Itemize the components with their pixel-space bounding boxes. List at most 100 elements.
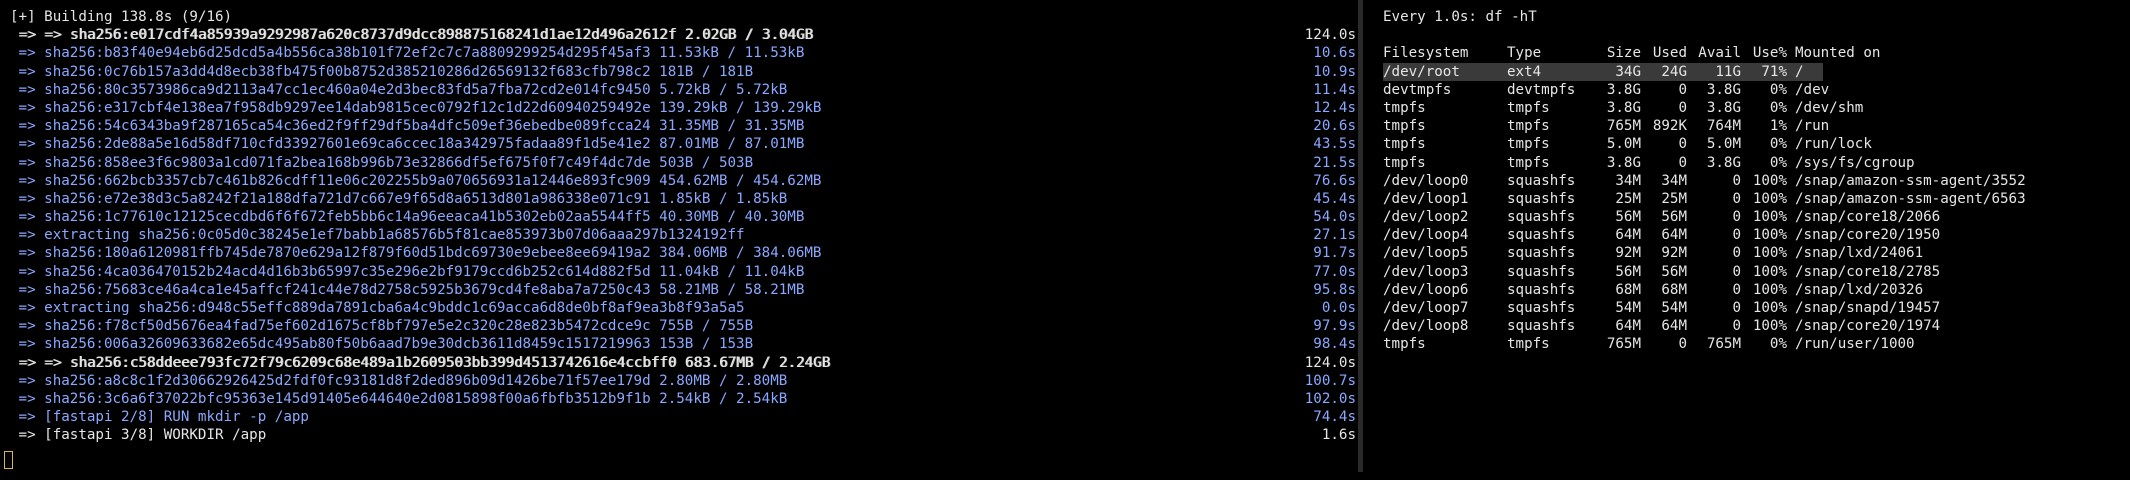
df-use-percent: 100% [1752, 172, 1787, 189]
df-filesystem: /dev/loop7 [1383, 300, 1469, 316]
build-step-text: => sha256:858ee3f6c9803a1cd071fa2bea168b… [10, 154, 754, 171]
build-step-line: => sha256:b83f40e94eb6d25dcd5a4b556ca38b… [10, 44, 1368, 62]
df-table-row: /dev/loop6 squashfs 68M 68M 0 100% /snap/lxd/2… [1383, 281, 2130, 299]
df-col-used: Used [1652, 45, 1687, 62]
df-mount-point: /dev [1795, 81, 1830, 98]
build-step-duration: 12.4s [1313, 99, 1356, 116]
build-step-line: => sha256:75683ce46a4ca1e45affcf241c44e7… [10, 281, 1368, 299]
build-step-overprint-text: => => sha256:c58ddeee793fc72f79c6209c68e… [11, 354, 831, 371]
df-table-row: tmpfs tmpfs 765M 0 765M 0% /run/user/1000 [1383, 335, 2130, 353]
df-col-size: Size [1606, 45, 1641, 62]
build-step-duration: 97.9s [1313, 318, 1356, 335]
df-size: 34M [1615, 172, 1641, 189]
df-size: 25M [1615, 190, 1641, 207]
build-step-text: => [fastapi 2/8] RUN mkdir -p /app [10, 409, 309, 426]
df-table-row: /dev/loop5 squashfs 92M 92M 0 100% /snap/lxd/2… [1383, 244, 2130, 262]
build-step-line: => => sha256:e017cdf4a85939a9292987a620c… [10, 26, 1368, 44]
build-step-text: => extracting sha256:0c05d0c38245e1ef7ba… [10, 227, 745, 244]
df-table-row: tmpfs tmpfs 765M 892K 764M 1% /run [1383, 117, 2130, 135]
df-mount-point: /snap/lxd/20326 [1795, 281, 1924, 298]
df-table-row: /dev/loop0 squashfs 34M 34M 0 100% /snap/amazo… [1383, 172, 2130, 190]
build-step-text: => sha256:a8c8c1f2d30662926425d2fdf0fc93… [10, 372, 788, 389]
df-size: 56M [1615, 263, 1641, 280]
build-step-duration: 76.6s [1313, 172, 1356, 189]
df-used: 54M [1661, 300, 1687, 316]
df-table-row: /dev/loop1 squashfs 25M 25M 0 100% /snap/amazo… [1383, 190, 2130, 208]
df-table-row: tmpfs tmpfs 3.8G 0 3.8G 0% /sys/fs/cgroup [1383, 154, 2130, 172]
build-step-duration: 1.6s [1321, 427, 1356, 444]
df-type: squashfs [1507, 318, 1576, 335]
build-step-text: => sha256:f78cf50d5676ea4fad75ef602d1675… [10, 318, 754, 335]
df-avail: 3.8G [1706, 154, 1741, 171]
df-avail: 0 [1732, 209, 1741, 226]
build-step-text: => sha256:0c76b157a3dd4d8ecb38fb475f00b8… [10, 63, 754, 80]
watch-df-pane: Every 1.0s: df -hT Filesystem Type Size … [1363, 0, 2130, 480]
df-size: 3.8G [1606, 99, 1641, 116]
df-size: 765M [1606, 336, 1641, 353]
build-step-duration: 98.4s [1313, 336, 1356, 353]
df-avail: 0 [1732, 263, 1741, 280]
df-used: 0 [1678, 99, 1687, 116]
build-step-line: => sha256:006a32609633682e65dc495ab80f50… [10, 335, 1368, 353]
df-size: 64M [1615, 318, 1641, 335]
build-step-line: => sha256:a8c8c1f2d30662926425d2fdf0fc93… [10, 372, 1368, 390]
watch-command-header: Every 1.0s: df -hT [1383, 9, 1537, 25]
df-type: tmpfs [1507, 336, 1550, 353]
df-use-percent: 100% [1752, 318, 1787, 335]
df-type: squashfs [1507, 281, 1576, 298]
df-used: 0 [1678, 136, 1687, 153]
df-use-percent: 100% [1752, 263, 1787, 280]
df-filesystem: /dev/loop0 [1383, 172, 1469, 189]
df-avail: 3.8G [1706, 99, 1741, 116]
df-type: devtmpfs [1507, 81, 1576, 98]
df-type: squashfs [1507, 227, 1576, 244]
df-avail: 11G [1715, 63, 1741, 80]
build-step-line: => sha256:1c77610c12125cecdbd6f6f672feb5… [10, 208, 1368, 226]
df-used: 34M [1661, 172, 1687, 189]
df-type: tmpfs [1507, 136, 1550, 153]
df-mount-point: /snap/core18/2785 [1795, 263, 1941, 280]
docker-build-pane: [+] Building 138.8s (9/16) => => sha256:… [0, 0, 1368, 480]
df-filesystem: /dev/loop4 [1383, 227, 1469, 244]
df-filesystem: /dev/loop2 [1383, 209, 1469, 226]
df-table-row: /dev/loop4 squashfs 64M 64M 0 100% /snap/core2… [1383, 226, 2130, 244]
df-mount-point: /snap/amazon-ssm-agent/3552 [1795, 172, 2026, 189]
build-step-line: => [fastapi 2/8] RUN mkdir -p /app 74.4s [10, 408, 1368, 426]
df-use-percent: 0% [1769, 154, 1787, 171]
df-mount-point: /snap/amazon-ssm-agent/6563 [1795, 190, 2026, 207]
build-step-line: => extracting sha256:d948c55effc889da789… [10, 299, 1368, 317]
df-used: 0 [1678, 81, 1687, 98]
df-size: 68M [1615, 281, 1641, 298]
df-table-row: /dev/loop3 squashfs 56M 56M 0 100% /snap/core1… [1383, 263, 2130, 281]
df-use-percent: 0% [1769, 136, 1787, 153]
build-step-text: => sha256:006a32609633682e65dc495ab80f50… [10, 336, 754, 353]
df-filesystem: /dev/loop3 [1383, 263, 1469, 280]
df-mount-point: /dev/shm [1795, 99, 1864, 116]
build-step-text: => sha256:1c77610c12125cecdbd6f6f672feb5… [10, 209, 805, 226]
df-use-percent: 100% [1752, 209, 1787, 226]
build-step-line: => sha256:f78cf50d5676ea4fad75ef602d1675… [10, 317, 1368, 335]
build-step-text: => sha256:2de88a5e16d58df710cfd33927601e… [10, 136, 805, 153]
df-type: squashfs [1507, 300, 1576, 316]
build-step-list: => => sha256:e017cdf4a85939a9292987a620c… [10, 26, 1368, 444]
df-filesystem: /dev/loop6 [1383, 281, 1469, 298]
df-mount-point: /run [1795, 118, 1830, 135]
df-size: 3.8G [1606, 154, 1641, 171]
df-used: 56M [1661, 209, 1687, 226]
df-header-row: Filesystem Type Size Used Avail Use% Mou… [1383, 44, 2130, 62]
build-step-text: => sha256:75683ce46a4ca1e45affcf241c44e7… [10, 281, 805, 298]
build-step-text: => sha256:e317cbf4e138ea7f958db9297ee14d… [10, 99, 822, 116]
df-col-avail: Avail [1698, 45, 1741, 62]
df-use-percent: 71% [1761, 63, 1787, 80]
df-avail: 0 [1732, 245, 1741, 262]
df-filesystem: tmpfs [1383, 336, 1426, 353]
df-use-percent: 1% [1769, 118, 1787, 135]
df-type: ext4 [1507, 63, 1542, 80]
build-step-duration: 10.9s [1313, 63, 1356, 80]
df-avail: 0 [1732, 300, 1741, 316]
build-step-duration: 91.7s [1313, 245, 1356, 262]
df-table-row: tmpfs tmpfs 5.0M 0 5.0M 0% /run/lock [1383, 135, 2130, 153]
df-filesystem: devtmpfs [1383, 81, 1452, 98]
df-filesystem: tmpfs [1383, 99, 1426, 116]
df-mount-point: / [1795, 63, 1804, 80]
